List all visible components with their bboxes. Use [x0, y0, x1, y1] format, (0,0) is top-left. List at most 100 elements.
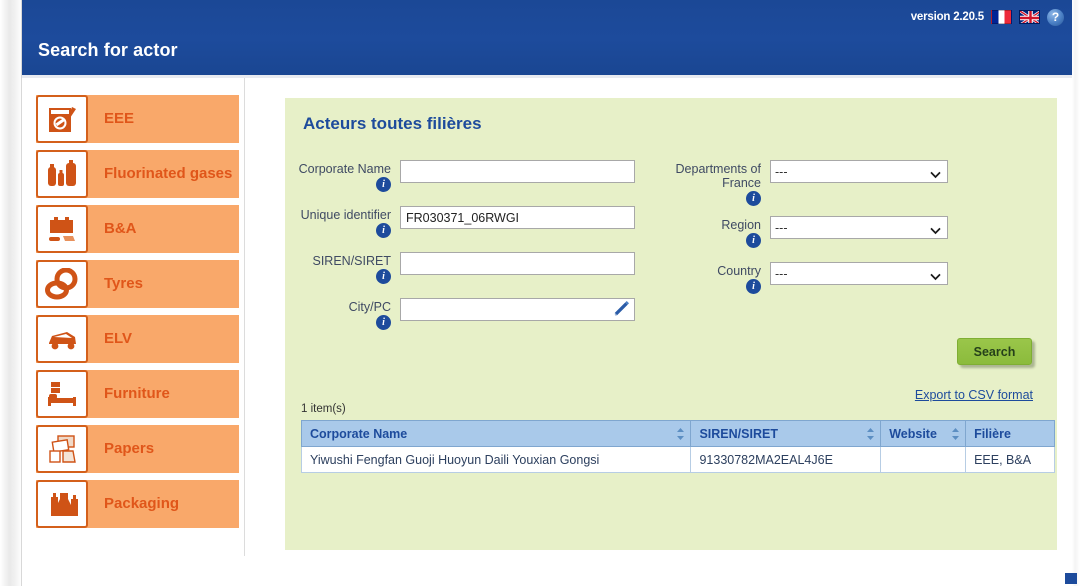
input-wrap: [400, 206, 635, 229]
sidebar-item-label: B&A: [104, 219, 137, 237]
sidebar-item-label: EEE: [104, 109, 135, 127]
info-icon[interactable]: i: [746, 279, 761, 294]
column-header-siren-siret[interactable]: SIREN/SIRET: [690, 420, 882, 447]
field-label-wrap: Country i: [665, 262, 770, 294]
info-icon[interactable]: i: [376, 177, 391, 192]
cell-filiere: EEE, B&A: [965, 446, 1055, 473]
sidebar-item-elv[interactable]: ELV: [36, 315, 239, 363]
field-label-wrap: SIREN/SIRET i: [285, 252, 400, 284]
country-select[interactable]: ---: [770, 262, 948, 285]
info-icon[interactable]: i: [746, 233, 761, 248]
help-icon[interactable]: ?: [1047, 8, 1064, 26]
column-header-label: Filière: [974, 426, 1011, 441]
info-icon[interactable]: i: [746, 191, 761, 206]
field-label: Departments of France: [675, 162, 761, 190]
field-corporate-name: Corporate Name i: [285, 160, 665, 196]
paper-icon: [36, 425, 88, 473]
departments-of-france-select[interactable]: ---: [770, 160, 948, 183]
export-csv-link[interactable]: Export to CSV format: [915, 388, 1033, 402]
sidebar: EEE Fluorinated gases B&A Tyres ELV Furn…: [23, 78, 245, 556]
select-wrap: ---: [770, 216, 948, 239]
select-wrap: ---: [770, 262, 948, 285]
sort-arrows-icon[interactable]: [866, 427, 875, 440]
form-column-left: Corporate Name i Unique identifier i FR0…: [285, 160, 665, 344]
cell-siren-siret: 91330782MA2EAL4J6E: [690, 446, 882, 473]
sidebar-item-label: ELV: [104, 329, 133, 347]
field-label-wrap: Region i: [665, 216, 770, 248]
french-flag-icon[interactable]: [991, 10, 1012, 24]
sidebar-item-ba[interactable]: B&A: [36, 205, 239, 253]
field-label-wrap: Departments of France i: [665, 160, 770, 206]
field-label-wrap: Corporate Name i: [285, 160, 400, 192]
item-count-label: 1 item(s): [301, 403, 346, 415]
header-toolbar: version 2.20.5 ?: [911, 2, 1064, 32]
column-header-label: Corporate Name: [310, 426, 408, 441]
sidebar-item-label: Tyres: [104, 274, 143, 292]
column-header-website[interactable]: Website: [880, 420, 967, 447]
page-title: Search for actor: [38, 40, 178, 60]
bottles-icon: [36, 480, 88, 528]
field-region: Region i ---: [665, 216, 1057, 252]
field-label-wrap: City/PC i: [285, 298, 400, 330]
siren-siret-input[interactable]: [400, 252, 635, 275]
field-unique-identifier: Unique identifier i: [285, 206, 665, 242]
sidebar-item-eee[interactable]: EEE: [36, 95, 239, 143]
sidebar-item-label: Packaging: [104, 494, 180, 512]
column-header-label: SIREN/SIRET: [699, 426, 778, 441]
sidebar-item-packaging[interactable]: Packaging: [36, 480, 239, 528]
version-label: version 2.20.5: [910, 11, 984, 23]
sidebar-item-tyres[interactable]: Tyres: [36, 260, 239, 308]
info-icon[interactable]: i: [376, 315, 391, 330]
sort-arrows-icon[interactable]: [676, 427, 685, 440]
field-siren-siret: SIREN/SIRET i: [285, 252, 665, 288]
select-wrap: ---: [770, 160, 948, 183]
sort-arrows-icon[interactable]: [951, 427, 960, 440]
uk-flag-icon[interactable]: [1019, 10, 1040, 24]
table-head: Corporate Name SIREN/SIRET Website Filiè…: [300, 420, 1055, 447]
sidebar-item-furniture[interactable]: Furniture: [36, 370, 239, 418]
gas-cylinder-icon: [36, 150, 88, 198]
sidebar-item-fluorinated-gases[interactable]: Fluorinated gases: [36, 150, 239, 198]
field-label: Unique identifier: [300, 208, 391, 222]
results-table: Corporate Name SIREN/SIRET Website Filiè…: [300, 420, 1055, 473]
sidebar-item-label: Fluorinated gases: [104, 165, 233, 183]
field-country: Country i ---: [665, 262, 1057, 298]
form-column-right: Departments of France i --- Region i ---…: [665, 160, 1057, 308]
field-label: Country: [717, 264, 761, 278]
tyre-icon: [36, 260, 88, 308]
region-select[interactable]: ---: [770, 216, 948, 239]
field-label-wrap: Unique identifier i: [285, 206, 400, 238]
car-icon: [36, 315, 88, 363]
field-label: Corporate Name: [298, 162, 391, 176]
left-gutter: [0, 0, 22, 586]
results-table-wrap: Corporate Name SIREN/SIRET Website Filiè…: [300, 420, 1055, 473]
search-panel: Acteurs toutes filières Corporate Name i…: [285, 98, 1057, 550]
field-label: SIREN/SIRET: [312, 254, 392, 268]
city-pc-input[interactable]: [400, 298, 635, 321]
input-wrap: [400, 252, 635, 275]
input-wrap: [400, 160, 635, 183]
column-header-corporate-name[interactable]: Corporate Name: [300, 420, 692, 447]
bottom-right-marker: [1065, 573, 1077, 584]
search-button[interactable]: Search: [957, 338, 1032, 365]
app-header: version 2.20.5 ? Search for actor: [22, 0, 1072, 75]
field-label: City/PC: [348, 300, 391, 314]
corporate-name-input[interactable]: [400, 160, 635, 183]
sidebar-item-label: Furniture: [104, 384, 170, 402]
sidebar-item-papers[interactable]: Papers: [36, 425, 239, 473]
battery-icon: [36, 205, 88, 253]
table-body: Yiwushi Fengfan Guoji Huoyun Daili Youxi…: [300, 446, 1055, 473]
panel-title: Acteurs toutes filières: [303, 114, 482, 133]
table-header-row: Corporate Name SIREN/SIRET Website Filiè…: [300, 420, 1055, 447]
field-city-pc: City/PC i: [285, 298, 665, 334]
field-departments-of-france: Departments of France i ---: [665, 160, 1057, 206]
input-wrap: [400, 298, 635, 321]
column-header-filiere[interactable]: Filière: [965, 420, 1055, 447]
pencil-edit-icon[interactable]: [612, 300, 631, 319]
info-icon[interactable]: i: [376, 223, 391, 238]
right-edge-gutter: [1072, 0, 1080, 586]
column-header-label: Website: [889, 426, 937, 441]
unique-identifier-input[interactable]: [400, 206, 635, 229]
info-icon[interactable]: i: [376, 269, 391, 284]
table-row[interactable]: Yiwushi Fengfan Guoji Huoyun Daili Youxi…: [300, 446, 1055, 473]
